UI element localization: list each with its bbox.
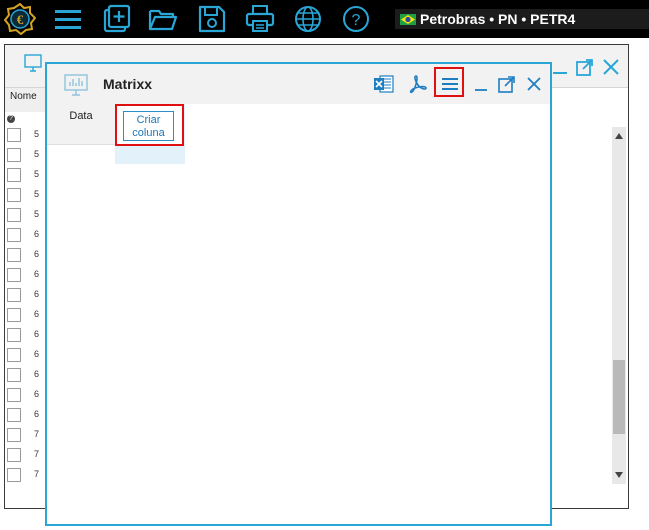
row-value: 6 [34, 329, 40, 339]
help-badge[interactable]: ? [7, 115, 15, 123]
window-title: Matrixx [103, 76, 153, 92]
svg-text:?: ? [352, 12, 361, 29]
help-icon[interactable]: ? [340, 3, 372, 35]
list-item[interactable]: 6 [7, 408, 47, 424]
row-checkbox[interactable] [7, 168, 21, 182]
row-checkbox[interactable] [7, 348, 21, 362]
row-value: 6 [34, 229, 40, 239]
minimize-icon[interactable] [470, 73, 492, 95]
list-item[interactable]: 6 [7, 308, 47, 324]
list-item[interactable]: 5 [7, 128, 47, 144]
list-item[interactable]: 6 [7, 248, 47, 264]
vertical-scrollbar[interactable] [612, 127, 626, 484]
row-checkbox[interactable] [7, 148, 21, 162]
matrixx-window: Matrixx Data Criar coluna [45, 62, 552, 526]
list-item[interactable]: 6 [7, 288, 47, 304]
row-checkbox[interactable] [7, 328, 21, 342]
list-item[interactable]: 5 [7, 208, 47, 224]
scroll-up-icon[interactable] [615, 133, 623, 139]
matrixx-header: Matrixx [47, 64, 550, 104]
add-column-button[interactable]: Criar coluna [123, 111, 174, 141]
row-value: 5 [34, 129, 40, 139]
column-header-nome[interactable]: Nome [5, 88, 45, 112]
close-icon[interactable] [601, 57, 621, 77]
list-item[interactable]: 6 [7, 348, 47, 364]
row-checkbox[interactable] [7, 228, 21, 242]
row-checkbox[interactable] [7, 248, 21, 262]
row-checkbox[interactable] [7, 408, 21, 422]
list-item[interactable]: 7 [7, 468, 47, 484]
row-value: 7 [34, 469, 40, 479]
row-value: 6 [34, 289, 40, 299]
popout-icon[interactable] [575, 57, 595, 77]
app-logo-icon[interactable]: € [4, 3, 36, 35]
open-folder-icon[interactable] [147, 3, 179, 35]
list-item[interactable]: 6 [7, 228, 47, 244]
row-value: 6 [34, 349, 40, 359]
list-item[interactable]: 6 [7, 368, 47, 384]
row-checkbox[interactable] [7, 288, 21, 302]
column-header-label: Nome [10, 91, 37, 102]
window-logo-icon [23, 53, 43, 73]
pdf-icon[interactable] [407, 73, 429, 95]
asset-selector[interactable]: Petrobras • PN • PETR4 [395, 9, 649, 29]
row-value: 6 [34, 269, 40, 279]
row-value: 7 [34, 449, 40, 459]
row-value: 5 [34, 189, 40, 199]
matrixx-body: Data Criar coluna [47, 104, 550, 524]
monitor-chart-icon [63, 73, 89, 97]
scroll-down-icon[interactable] [615, 472, 623, 478]
list-item[interactable]: 5 [7, 168, 47, 184]
brazil-flag-icon [400, 14, 416, 25]
row-checkbox[interactable] [7, 428, 21, 442]
add-icon[interactable] [100, 3, 132, 35]
row-value: 5 [34, 169, 40, 179]
list-item[interactable]: 5 [7, 148, 47, 164]
scrollbar-thumb[interactable] [613, 360, 625, 434]
list-item[interactable]: 6 [7, 268, 47, 284]
row-checkbox[interactable] [7, 128, 21, 142]
column-header-label: Data [69, 110, 93, 122]
add-column-highlight: Criar coluna [115, 104, 184, 146]
row-checkbox[interactable] [7, 448, 21, 462]
row-value: 6 [34, 309, 40, 319]
row-checkbox[interactable] [7, 468, 21, 482]
row-value: 5 [34, 209, 40, 219]
row-checkbox[interactable] [7, 208, 21, 222]
row-checkbox[interactable] [7, 368, 21, 382]
row-value: 6 [34, 409, 40, 419]
row-checkbox[interactable] [7, 388, 21, 402]
popout-icon[interactable] [496, 73, 518, 95]
row-checkbox[interactable] [7, 308, 21, 322]
menu-icon[interactable] [52, 3, 84, 35]
close-icon[interactable] [523, 73, 545, 95]
list-item[interactable]: 6 [7, 388, 47, 404]
row-value: 6 [34, 369, 40, 379]
row-value: 7 [34, 429, 40, 439]
list-item[interactable]: 7 [7, 448, 47, 464]
globe-icon[interactable] [292, 3, 324, 35]
minimize-icon[interactable] [550, 57, 570, 77]
svg-text:€: € [17, 12, 24, 27]
row-checkbox[interactable] [7, 268, 21, 282]
list-item[interactable]: 7 [7, 428, 47, 444]
asset-label: Petrobras • PN • PETR4 [420, 11, 576, 27]
row-value: 5 [34, 149, 40, 159]
top-toolbar: € ? Petrobras • PN • PETR4 [0, 0, 649, 38]
print-icon[interactable] [244, 3, 276, 35]
list-item[interactable]: 5 [7, 188, 47, 204]
list-item[interactable]: 6 [7, 328, 47, 344]
row-value: 6 [34, 389, 40, 399]
row-checkbox[interactable] [7, 188, 21, 202]
excel-icon[interactable] [373, 73, 395, 95]
save-icon[interactable] [196, 3, 228, 35]
row-value: 6 [34, 249, 40, 259]
menu-icon[interactable] [439, 73, 461, 95]
column-header-data[interactable]: Data [47, 104, 116, 145]
